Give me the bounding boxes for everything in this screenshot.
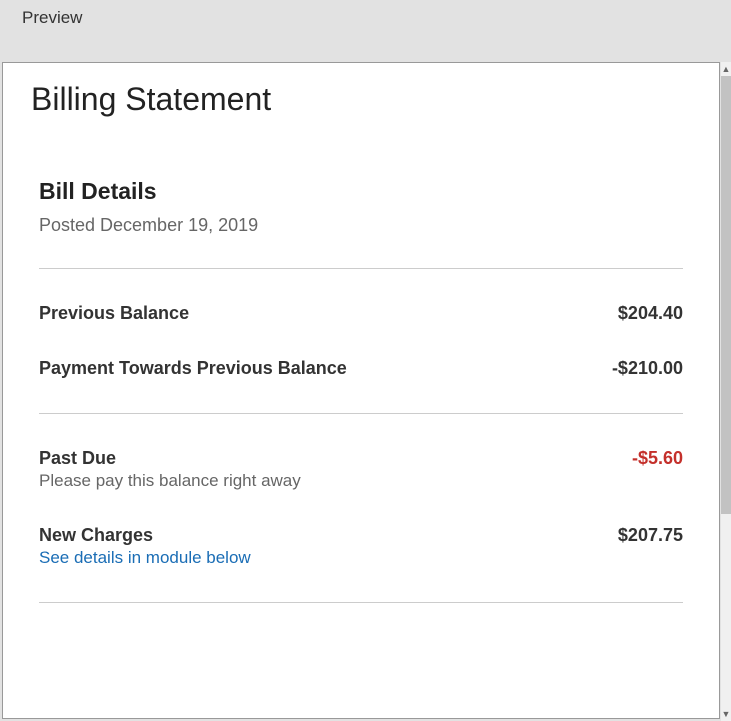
past-due-block: Past Due -$5.60 Please pay this balance … bbox=[39, 448, 683, 491]
new-charges-row: New Charges $207.75 bbox=[39, 525, 683, 546]
divider bbox=[39, 602, 683, 603]
section-title: Bill Details bbox=[39, 178, 683, 205]
preview-title: Preview bbox=[22, 8, 731, 28]
preview-header: Preview bbox=[0, 0, 731, 62]
posted-date: Posted December 19, 2019 bbox=[39, 215, 683, 236]
new-charges-link[interactable]: See details in module below bbox=[39, 548, 683, 568]
scrollbar-thumb[interactable] bbox=[721, 62, 731, 514]
new-charges-value: $207.75 bbox=[618, 525, 683, 546]
past-due-label: Past Due bbox=[39, 448, 116, 469]
payment-towards-label: Payment Towards Previous Balance bbox=[39, 358, 347, 379]
previous-balance-value: $204.40 bbox=[618, 303, 683, 324]
past-due-value: -$5.60 bbox=[632, 448, 683, 469]
scroll-up-arrow-icon[interactable]: ▲ bbox=[721, 62, 731, 76]
previous-balance-row: Previous Balance $204.40 bbox=[39, 303, 683, 324]
scroll-down-arrow-icon[interactable]: ▼ bbox=[721, 707, 731, 721]
payment-towards-value: -$210.00 bbox=[612, 358, 683, 379]
new-charges-block: New Charges $207.75 See details in modul… bbox=[39, 525, 683, 568]
divider bbox=[39, 413, 683, 414]
content-wrapper: Billing Statement Bill Details Posted De… bbox=[0, 62, 731, 721]
past-due-note: Please pay this balance right away bbox=[39, 471, 683, 491]
past-due-row: Past Due -$5.60 bbox=[39, 448, 683, 469]
payment-towards-row: Payment Towards Previous Balance -$210.0… bbox=[39, 358, 683, 379]
previous-balance-label: Previous Balance bbox=[39, 303, 189, 324]
divider bbox=[39, 268, 683, 269]
new-charges-label: New Charges bbox=[39, 525, 153, 546]
scrollbar-track[interactable] bbox=[721, 62, 731, 719]
document-frame: Billing Statement Bill Details Posted De… bbox=[2, 62, 720, 719]
bill-details-section: Bill Details Posted December 19, 2019 Pr… bbox=[31, 178, 691, 603]
page-title: Billing Statement bbox=[31, 81, 691, 118]
